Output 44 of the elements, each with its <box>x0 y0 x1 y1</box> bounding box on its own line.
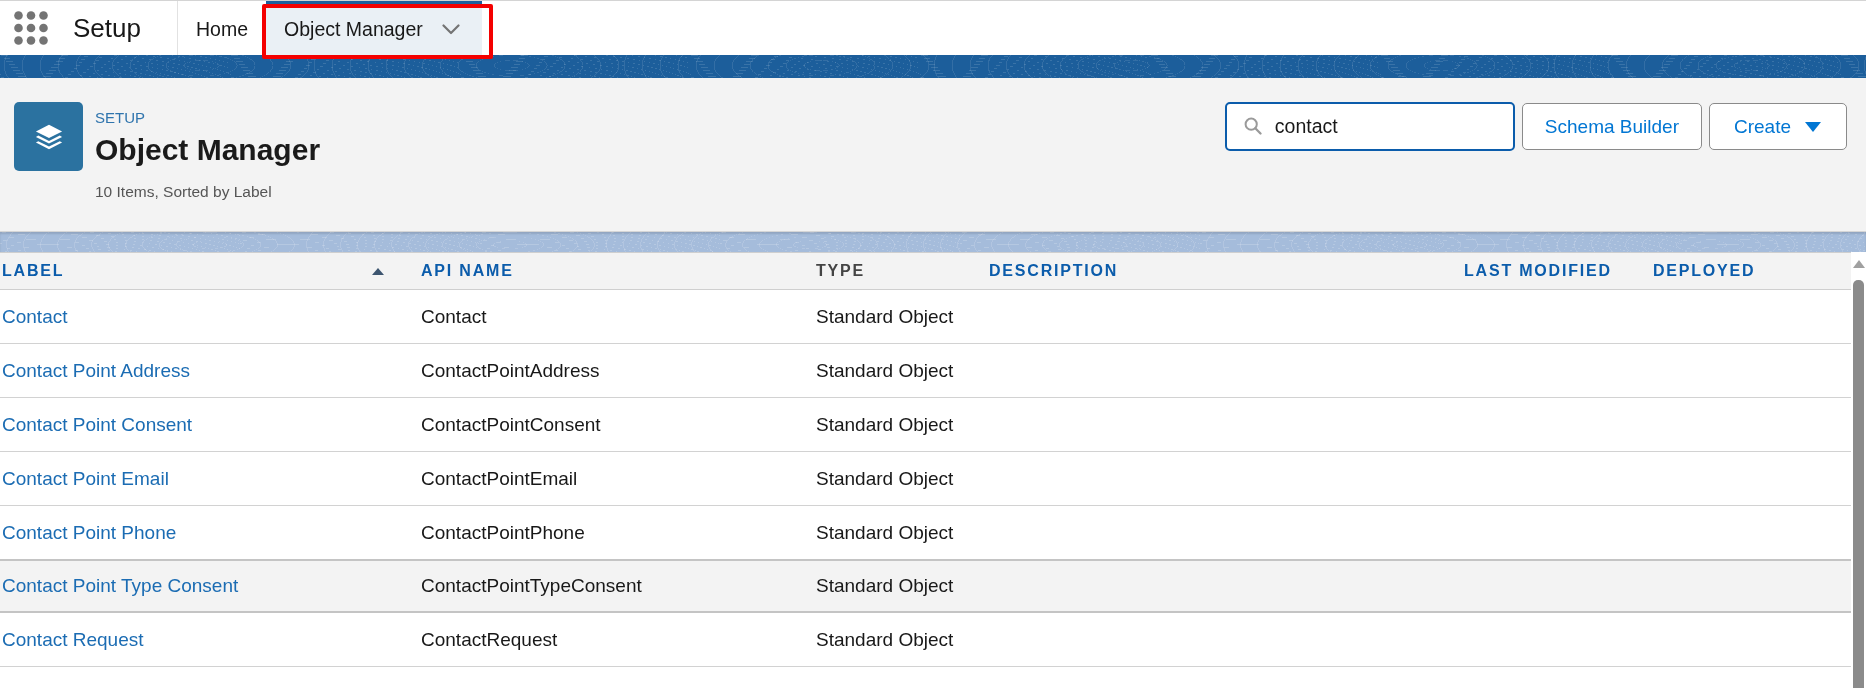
object-label-link[interactable]: Contact <box>2 305 68 328</box>
api-name-cell: ContactRequest <box>421 628 558 651</box>
object-label-link[interactable]: Contact Point Phone <box>2 521 177 544</box>
dots-grid-icon[interactable] <box>14 11 48 45</box>
type-cell: Standard Object <box>816 467 954 490</box>
breadcrumb: SETUP <box>95 109 145 127</box>
type-cell: Standard Object <box>816 413 954 436</box>
api-name-cell: ContactPointPhone <box>421 521 585 544</box>
api-name-cell: ContactPointEmail <box>421 467 578 490</box>
item-count: 10 Items, Sorted by Label <box>95 182 272 202</box>
type-cell: Standard Object <box>816 305 954 328</box>
type-cell: Standard Object <box>816 628 954 651</box>
type-cell: Standard Object <box>816 575 954 597</box>
sort-up-icon[interactable] <box>372 267 384 275</box>
create-menu-button[interactable]: Create <box>1708 103 1847 150</box>
scroll-up-icon[interactable] <box>1852 260 1865 268</box>
api-name-cell: Contact <box>421 305 487 328</box>
api-name-cell: ContactPointAddress <box>421 359 600 382</box>
column-header[interactable]: LABEL <box>0 253 419 289</box>
caret-down-icon <box>1805 121 1821 132</box>
api-name-cell: ContactPointConsent <box>421 413 601 436</box>
nav-tab[interactable]: Object Manager <box>266 1 482 55</box>
column-header: TYPE <box>815 261 866 281</box>
scrollbar-thumb[interactable] <box>1853 280 1864 688</box>
type-cell: Standard Object <box>816 359 954 382</box>
app-name: Setup <box>73 12 142 44</box>
object-label-link[interactable]: Contact Point Address <box>2 359 190 382</box>
object-label-link[interactable]: Contact Point Type Consent <box>2 575 239 597</box>
object-label-link[interactable]: Contact Point Consent <box>2 413 193 436</box>
page-title: Object Manager <box>95 132 321 168</box>
api-name-cell: ContactPointTypeConsent <box>421 575 642 597</box>
object-label-link[interactable]: Contact Request <box>2 628 144 651</box>
column-header[interactable]: DEPLOYED <box>1651 253 1851 289</box>
object-label-link[interactable]: Contact Point Email <box>2 467 169 490</box>
column-header[interactable]: LAST MODIFIED <box>1462 253 1651 289</box>
column-header[interactable]: DESCRIPTION <box>987 253 1462 289</box>
chevron-down-icon[interactable] <box>441 24 460 35</box>
type-cell: Standard Object <box>816 521 954 544</box>
action-button[interactable]: Schema Builder <box>1521 103 1702 150</box>
column-header[interactable]: API NAME <box>419 253 814 289</box>
search-icon <box>1243 117 1262 135</box>
search-field[interactable]: contact <box>1224 102 1515 151</box>
nav-tab[interactable]: Home <box>178 1 262 55</box>
layers-icon <box>14 102 83 171</box>
